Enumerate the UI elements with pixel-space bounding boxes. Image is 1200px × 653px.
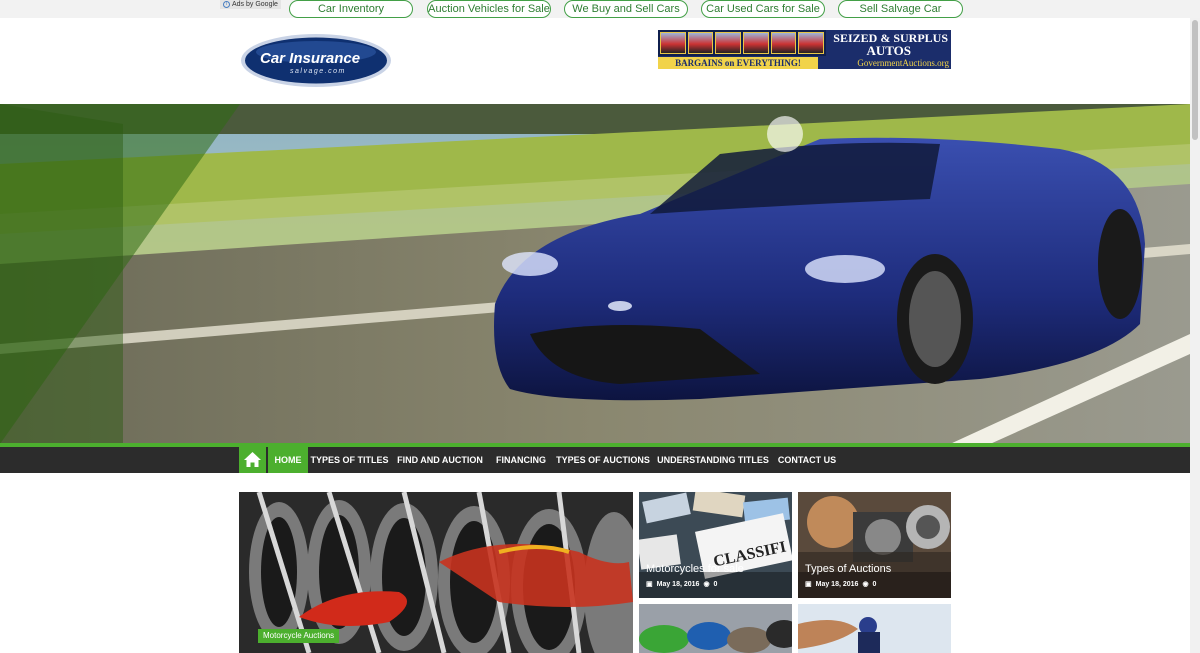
banner-site: GovernmentAuctions.org: [857, 58, 949, 68]
post-title[interactable]: Types of Auctions: [805, 563, 891, 575]
ad-link-buy-sell-cars[interactable]: We Buy and Sell Cars: [564, 0, 688, 18]
post-title[interactable]: Motorcycles for sale: [646, 563, 744, 575]
comment-count[interactable]: 0: [714, 581, 718, 588]
post-tile-dirtbike[interactable]: [798, 604, 951, 653]
ads-by-label: Ads by Google: [232, 1, 278, 8]
nav-types-of-titles[interactable]: TYPES OF TITLES: [310, 447, 389, 473]
logo-line1: Car Insurance: [260, 50, 360, 67]
post-meta: ▣ May 18, 2016 ◉ 0: [646, 580, 718, 589]
nav-find-and-auction[interactable]: FIND AND AUCTION: [393, 447, 487, 473]
ad-link-car-inventory[interactable]: Car Inventory: [289, 0, 413, 18]
banner-ad[interactable]: SEIZED & SURPLUS AUTOS BARGAINS on EVERY…: [658, 30, 951, 69]
comment-icon: ◉: [703, 581, 710, 588]
page: i Ads by Google Car Inventory Auction Ve…: [0, 0, 1200, 653]
post-date: May 18, 2016: [815, 580, 859, 588]
post-meta: ▣ May 18, 2016 ◉ 0: [805, 580, 877, 589]
banner-tagline: BARGAINS on EVERYTHING!: [658, 57, 818, 69]
category-badge[interactable]: Motorcycle Auctions: [258, 629, 340, 643]
banner-car-images: [658, 30, 826, 56]
comment-count[interactable]: 0: [873, 581, 877, 588]
ads-by-google[interactable]: i Ads by Google: [220, 0, 281, 9]
logo-line2: salvage.com: [290, 68, 346, 75]
nav-understanding-titles[interactable]: UNDERSTANDING TITLES: [655, 447, 771, 473]
nav-contact-us[interactable]: CONTACT US: [775, 447, 839, 473]
post-tile-motorcycle-row[interactable]: [639, 604, 792, 653]
nav-financing[interactable]: FINANCING: [491, 447, 551, 473]
home-icon[interactable]: [239, 447, 266, 473]
ad-link-auction-vehicles[interactable]: Auction Vehicles for Sale: [427, 0, 551, 18]
info-icon[interactable]: i: [223, 1, 230, 8]
site-logo[interactable]: Car Insurance salvage.com: [240, 33, 392, 88]
ad-link-sell-salvage[interactable]: Sell Salvage Car: [838, 0, 963, 18]
main-nav: HOME TYPES OF TITLES FIND AND AUCTION FI…: [0, 447, 1190, 473]
ad-bar: i Ads by Google Car Inventory Auction Ve…: [0, 0, 1200, 18]
ad-link-used-cars[interactable]: Car Used Cars for Sale: [701, 0, 825, 18]
scrollbar-thumb[interactable]: [1192, 20, 1198, 140]
post-date: May 18, 2016: [656, 580, 700, 588]
hero-image: [0, 104, 1190, 444]
comment-icon: ◉: [862, 581, 869, 588]
calendar-icon: ▣: [805, 581, 812, 588]
nav-home[interactable]: HOME: [268, 447, 308, 473]
nav-types-of-auctions[interactable]: TYPES OF AUCTIONS: [555, 447, 651, 473]
calendar-icon: ▣: [646, 581, 653, 588]
